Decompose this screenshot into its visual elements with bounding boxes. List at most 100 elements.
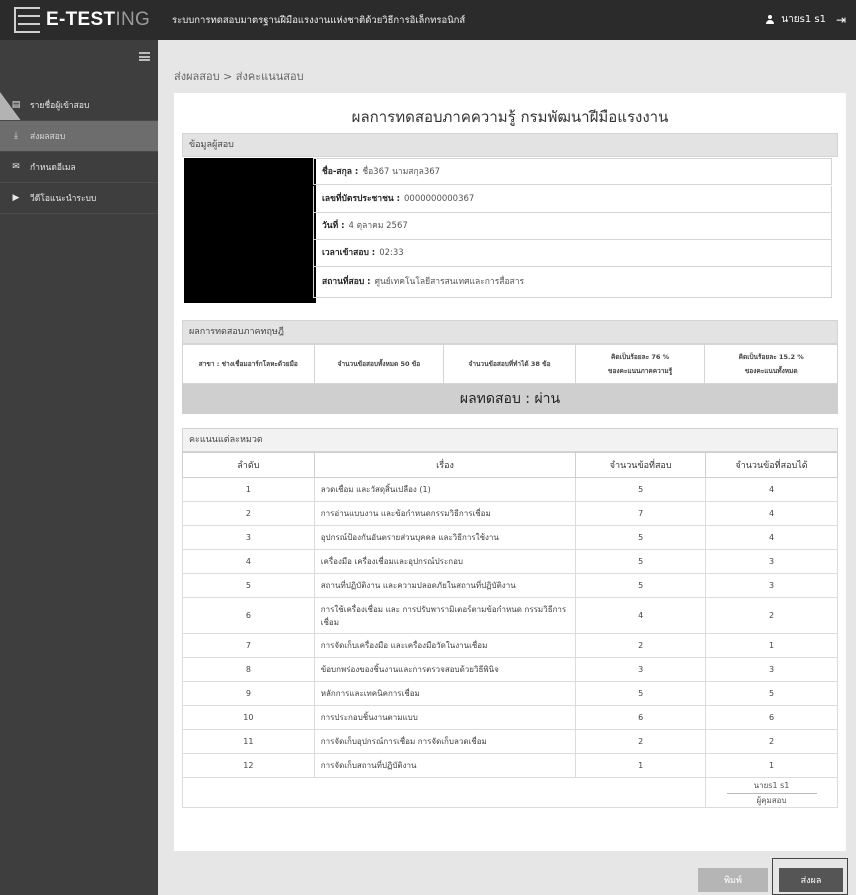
sidebar-item-video[interactable]: ▶ วีดีโอแนะนำระบบ xyxy=(0,183,158,214)
result-status: ผลทดสอบ : ผ่าน xyxy=(182,384,838,414)
upload-icon: ⤓ xyxy=(14,131,18,141)
column-header: จำนวนข้อที่สอบ xyxy=(575,452,707,478)
table-row: 6 การใช้เครื่องเชื่อม และ การปรับพารามิเต… xyxy=(182,597,838,634)
info-row-location: สถานที่สอบ : ศูนย์เทคโนโลยีสารสนเทศและการ… xyxy=(313,267,832,298)
row-asked: 5 xyxy=(575,573,707,598)
mail-icon: ✉ xyxy=(12,162,20,172)
sidebar-item-label: ส่งผลสอบ xyxy=(30,132,66,142)
row-asked: 5 xyxy=(575,477,707,502)
category-scores-table: ลำดับ เรื่อง จำนวนข้อที่สอบ จำนวนข้อที่ส… xyxy=(181,452,838,808)
logo-text-light: ING xyxy=(115,9,151,30)
row-scored: 3 xyxy=(705,573,838,598)
user-name: นายs1 s1 xyxy=(781,14,826,25)
list-icon: ▤ xyxy=(11,100,21,110)
table-row: 4 เครื่องมือ เครื่องเชื่อมและอุปกรณ์ประกอ… xyxy=(182,549,838,574)
table-row: 7 การจัดเก็บเครื่องมือ และเครื่องมือวัดใน… xyxy=(182,633,838,658)
row-topic: ลวดเชื่อม และวัสดุสิ้นเปลือง (1) xyxy=(313,477,577,502)
row-scored: 6 xyxy=(705,705,838,730)
row-asked: 5 xyxy=(575,549,707,574)
send-button[interactable]: ส่งผล xyxy=(779,868,843,892)
table-row: 1 ลวดเชื่อม และวัสดุสิ้นเปลือง (1) 5 4 xyxy=(182,477,838,502)
info-label: เลขที่บัตรประชาชน : xyxy=(322,194,401,204)
info-row-id: เลขที่บัตรประชาชน :0000000000367 xyxy=(313,186,832,213)
row-number: 9 xyxy=(182,681,315,706)
row-scored: 1 xyxy=(705,753,838,778)
row-scored: 4 xyxy=(705,525,838,550)
signer-block: นายs1 s1 ผู้คุมสอบ xyxy=(712,779,831,807)
signer-name: นายs1 s1 xyxy=(753,780,790,790)
summary-pct-knowledge: คิดเป็นร้อยละ 76 % ของคะแนนภาคความรู้ xyxy=(576,345,706,383)
table-row: 11 การจัดเก็บอุปกรณ์การเชื่อม การจัดเก็บล… xyxy=(182,729,838,754)
row-topic: หลักการและเทคนิคการเชื่อม xyxy=(313,681,577,706)
user-icon xyxy=(765,14,775,25)
signer-role: ผู้คุมสอบ xyxy=(756,795,787,805)
candidate-section-header: ข้อมูลผู้สอบ xyxy=(182,133,838,157)
row-asked: 3 xyxy=(575,657,707,682)
sidebar-item-candidates[interactable]: ▤ รายชื่อผู้เข้าสอบ xyxy=(0,90,158,121)
logo[interactable]: E-TESTING xyxy=(0,0,158,40)
system-title: ระบบการทดสอบมาตรฐานฝีมือแรงงานแห่งชาติด้… xyxy=(172,15,466,26)
info-row-date: วันที่ :4 ตุลาคม 2567 xyxy=(313,213,832,240)
category-section-header: คะแนนแต่ละหมวด xyxy=(182,428,838,452)
table-row: 5 สถานที่ปฏิบัติงาน และความปลอดภัยในสถานท… xyxy=(182,573,838,598)
info-value: ศูนย์เทคโนโลยีสารสนเทศและการสื่อสาร xyxy=(374,277,525,287)
candidate-photo xyxy=(184,158,316,303)
table-row: 10 การประกอบชิ้นงานตามแบบ 6 6 xyxy=(182,705,838,730)
sidebar-item-label: กำหนดอีเมล xyxy=(30,163,76,173)
report-title: ผลการทดสอบภาคความรู้ กรมพัฒนาฝีมือแรงงาน xyxy=(351,108,669,126)
logout-icon[interactable]: ⇥ xyxy=(836,13,846,27)
row-asked: 2 xyxy=(575,729,707,754)
info-value: 0000000000367 xyxy=(404,194,475,204)
row-scored: 3 xyxy=(705,657,838,682)
info-row-time: เวลาเข้าสอบ :02:33 xyxy=(313,240,832,267)
row-scored: 2 xyxy=(705,597,838,634)
hamburger-menu-icon[interactable] xyxy=(139,52,150,61)
user-menu[interactable]: นายs1 s1 ⇥ xyxy=(765,12,846,27)
row-number: 12 xyxy=(182,753,315,778)
logo-mark-icon xyxy=(14,7,40,33)
breadcrumb: ส่งผลสอบ > ส่งคะแนนสอบ xyxy=(174,70,304,83)
sidebar-item-label: รายชื่อผู้เข้าสอบ xyxy=(30,101,90,111)
summary-total-questions: จำนวนข้อสอบทั้งหมด 50 ข้อ xyxy=(315,345,445,383)
row-number: 3 xyxy=(182,525,315,550)
row-topic: เครื่องมือ เครื่องเชื่อมและอุปกรณ์ประกอบ xyxy=(313,549,577,574)
theory-section-header: ผลการทดสอบภาคทฤษฎี xyxy=(182,320,838,344)
row-number: 7 xyxy=(182,633,315,658)
row-topic: อุปกรณ์ป้องกันอันตรายส่วนบุคคล และวิธีกา… xyxy=(313,525,577,550)
table-row: 3 อุปกรณ์ป้องกันอันตรายส่วนบุคคล และวิธีก… xyxy=(182,525,838,550)
summary-branch: สาขา : ช่างเชื่อมอาร์กโลหะด้วยมือ xyxy=(183,345,315,383)
row-topic: การอ่านแบบงาน และข้อกำหนดกรรมวิธีการเชื่… xyxy=(313,501,577,526)
sidebar-nav: ▤ รายชื่อผู้เข้าสอบ ⤓ ส่งผลสอบ ✉ กำหนดอี… xyxy=(0,90,158,214)
row-topic: สถานที่ปฏิบัติงาน และความปลอดภัยในสถานที… xyxy=(313,573,577,598)
signature-row: นายs1 s1 ผู้คุมสอบ xyxy=(181,777,838,808)
row-topic: การใช้เครื่องเชื่อม และ การปรับพารามิเตอ… xyxy=(313,597,577,634)
summary-pct-knowledge-caption: ของคะแนนภาคความรู้ xyxy=(608,367,673,375)
info-value: ชื่อ367 นามสกุล367 xyxy=(362,167,441,177)
info-value: 4 ตุลาคม 2567 xyxy=(348,221,408,231)
row-number: 8 xyxy=(182,657,315,682)
row-number: 2 xyxy=(182,501,315,526)
row-asked: 1 xyxy=(575,753,707,778)
row-asked: 5 xyxy=(575,681,707,706)
row-topic: การประกอบชิ้นงานตามแบบ xyxy=(313,705,577,730)
table-row: 9 หลักการและเทคนิคการเชื่อม 5 5 xyxy=(182,681,838,706)
logo-text-main: E-TEST xyxy=(46,9,116,30)
summary-row: สาขา : ช่างเชื่อมอาร์กโลหะด้วยมือ จำนวนข… xyxy=(182,344,838,384)
row-number: 6 xyxy=(182,597,315,634)
info-label: วันที่ : xyxy=(322,221,345,231)
column-header: ลำดับ xyxy=(182,452,315,478)
column-header: จำนวนข้อที่สอบได้ xyxy=(705,452,838,478)
signature-spacer xyxy=(181,777,706,808)
table-row: 12 การจัดเก็บสถานที่ปฏิบัติงาน 1 1 xyxy=(182,753,838,778)
sidebar-item-send-results[interactable]: ⤓ ส่งผลสอบ xyxy=(0,121,158,152)
info-label: ชื่อ-สกุล : xyxy=(322,167,359,177)
row-scored: 1 xyxy=(705,633,838,658)
sidebar-item-email[interactable]: ✉ กำหนดอีเมล xyxy=(0,152,158,183)
row-asked: 5 xyxy=(575,525,707,550)
info-row-name: ชื่อ-สกุล : ชื่อ367 นามสกุล367 xyxy=(313,158,832,185)
table-row: 8 ข้อบกพร่องของชิ้นงานและการตรวจสอบด้วยวิ… xyxy=(182,657,838,682)
row-topic: ข้อบกพร่องของชิ้นงานและการตรวจสอบด้วยวิธ… xyxy=(313,657,577,682)
row-scored: 2 xyxy=(705,729,838,754)
info-value: 02:33 xyxy=(379,248,404,258)
print-button[interactable]: พิมพ์ xyxy=(698,868,768,892)
